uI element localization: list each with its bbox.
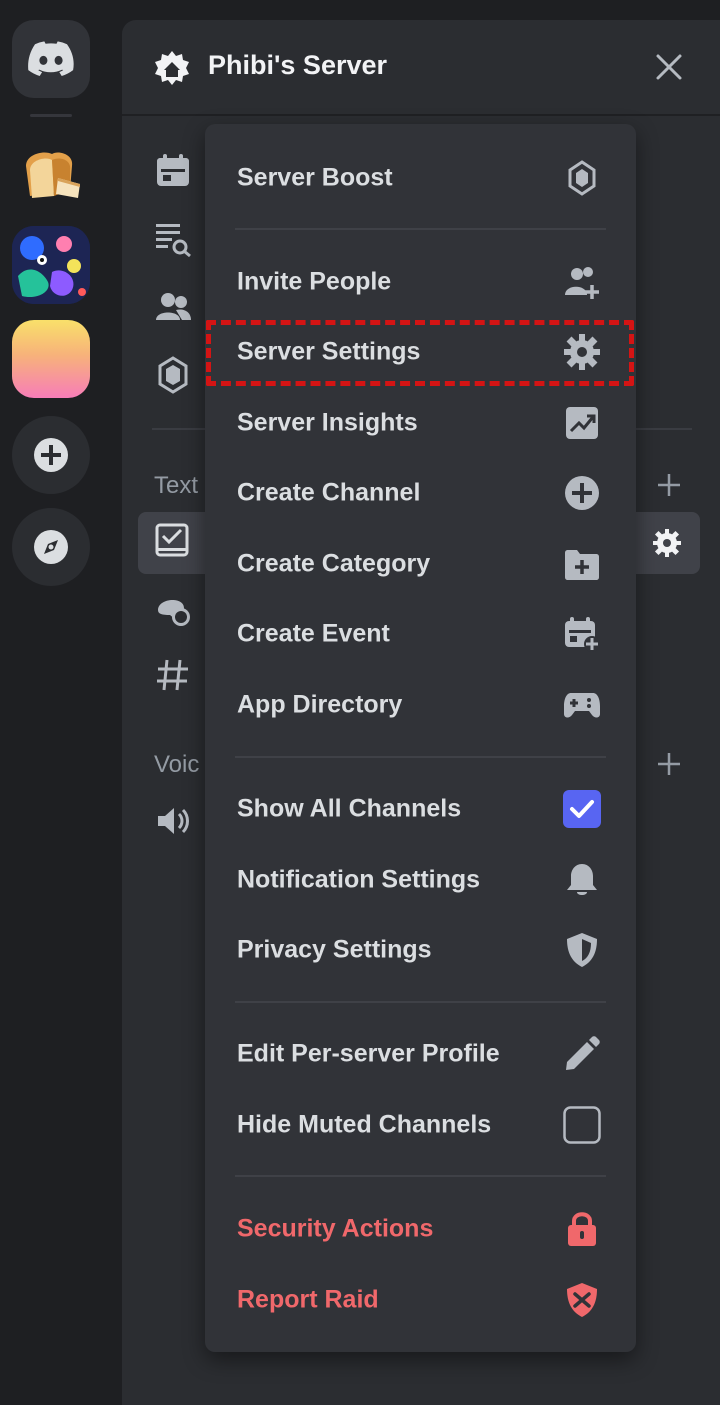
add-server-button[interactable] bbox=[12, 416, 90, 494]
menu-item-label: Notification Settings bbox=[237, 865, 481, 894]
folder-plus-icon bbox=[565, 550, 599, 580]
channel-settings-gear-icon[interactable] bbox=[652, 528, 682, 558]
menu-item-label: App Directory bbox=[237, 690, 403, 719]
menu-separator bbox=[235, 228, 606, 230]
server-icon-art[interactable] bbox=[12, 226, 90, 304]
calendar-plus-icon bbox=[565, 617, 600, 652]
menu-item-label: Create Event bbox=[237, 619, 390, 648]
menu-item-label: Privacy Settings bbox=[237, 935, 432, 964]
menu-item-hide-muted-channels[interactable]: Hide Muted Channels bbox=[205, 1093, 636, 1157]
server-settings-highlight bbox=[206, 320, 634, 386]
gamepad-icon bbox=[564, 693, 600, 718]
hashtag-channel-icon[interactable] bbox=[154, 656, 192, 694]
menu-item-create-category[interactable]: Create Category bbox=[205, 532, 636, 596]
menu-item-create-channel[interactable]: Create Channel bbox=[205, 461, 636, 525]
server-name: Phibi's Server bbox=[208, 50, 388, 80]
menu-item-create-event[interactable]: Create Event bbox=[205, 602, 636, 666]
menu-item-app-directory[interactable]: App Directory bbox=[205, 673, 636, 737]
plus-circle-icon bbox=[34, 438, 68, 472]
invite-people-icon bbox=[565, 267, 599, 299]
rules-channel-icon[interactable] bbox=[154, 522, 192, 560]
menu-separator bbox=[235, 1175, 606, 1177]
menu-separator bbox=[235, 1001, 606, 1003]
menu-item-label: Report Raid bbox=[237, 1285, 379, 1314]
menu-item-label: Edit Per-server Profile bbox=[237, 1039, 500, 1068]
explore-servers-button[interactable] bbox=[12, 508, 90, 586]
close-icon[interactable] bbox=[652, 50, 686, 84]
speaker-icon[interactable] bbox=[154, 802, 192, 840]
compass-icon bbox=[34, 530, 68, 564]
menu-item-label: Invite People bbox=[237, 267, 392, 296]
menu-item-invite-people[interactable]: Invite People bbox=[205, 250, 636, 314]
menu-item-privacy-settings[interactable]: Privacy Settings bbox=[205, 918, 636, 982]
forum-channel-icon[interactable] bbox=[154, 590, 192, 628]
plus-circle-icon bbox=[565, 476, 599, 510]
community-server-icon bbox=[155, 51, 189, 85]
menu-item-label: Show All Channels bbox=[237, 794, 462, 823]
boost-icon[interactable] bbox=[154, 356, 192, 394]
voice-channels-label[interactable]: Voic bbox=[154, 751, 199, 779]
artwork-icon bbox=[12, 226, 90, 304]
members-icon[interactable] bbox=[154, 288, 192, 326]
add-voice-channel-icon[interactable] bbox=[656, 751, 682, 777]
text-channels-label[interactable]: Text bbox=[154, 472, 198, 500]
channels-browse-icon[interactable] bbox=[154, 220, 192, 258]
server-header[interactable]: Phibi's Server bbox=[122, 20, 720, 116]
menu-item-label: Create Channel bbox=[237, 478, 421, 507]
menu-item-label: Security Actions bbox=[237, 1214, 434, 1243]
menu-item-edit-per-server-profile[interactable]: Edit Per-server Profile bbox=[205, 1022, 636, 1086]
menu-item-label: Server Insights bbox=[237, 408, 418, 437]
menu-item-label: Create Category bbox=[237, 549, 431, 578]
menu-item-show-all-channels[interactable]: Show All Channels bbox=[205, 777, 636, 841]
shield-icon bbox=[567, 933, 597, 967]
events-icon[interactable] bbox=[154, 152, 192, 190]
menu-item-server-boost[interactable]: Server Boost bbox=[205, 146, 636, 210]
checkbox-empty-icon[interactable] bbox=[563, 1106, 601, 1144]
insights-icon bbox=[566, 407, 598, 439]
discord-home-button[interactable] bbox=[12, 20, 90, 98]
menu-item-label: Hide Muted Channels bbox=[237, 1110, 492, 1139]
pencil-icon bbox=[566, 1036, 600, 1070]
lock-icon bbox=[568, 1212, 596, 1246]
menu-item-server-insights[interactable]: Server Insights bbox=[205, 391, 636, 455]
menu-item-label: Server Boost bbox=[237, 163, 393, 192]
shield-alert-icon bbox=[567, 1283, 597, 1317]
bread-icon bbox=[26, 152, 80, 198]
rail-divider bbox=[30, 114, 72, 117]
boost-icon bbox=[568, 160, 596, 196]
server-icon-bread[interactable] bbox=[12, 135, 90, 213]
server-rail bbox=[0, 0, 102, 1405]
menu-item-notification-settings[interactable]: Notification Settings bbox=[205, 848, 636, 912]
menu-item-report-raid[interactable]: Report Raid bbox=[205, 1268, 636, 1332]
checkbox-checked-icon[interactable] bbox=[563, 790, 601, 828]
server-dropdown-menu: Server Boost Invite People Server Settin… bbox=[205, 124, 636, 1352]
add-channel-icon[interactable] bbox=[656, 472, 682, 498]
server-icon-gradient[interactable] bbox=[12, 320, 90, 398]
menu-item-security-actions[interactable]: Security Actions bbox=[205, 1197, 636, 1261]
menu-separator bbox=[235, 756, 606, 758]
discord-logo-icon bbox=[28, 41, 74, 76]
bell-icon bbox=[567, 864, 597, 895]
